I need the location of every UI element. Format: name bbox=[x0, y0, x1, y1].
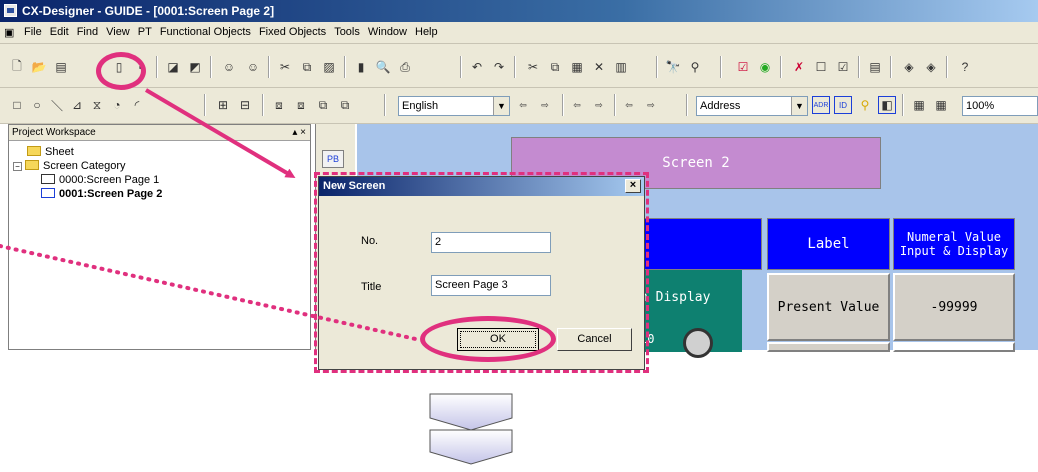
screenshot-stage: CX-Designer - GUIDE - [0001:Screen Page … bbox=[0, 0, 1038, 472]
dotted-pointer-line bbox=[0, 244, 422, 342]
annotation-overlay bbox=[0, 88, 422, 342]
pointer-arrow bbox=[144, 88, 296, 179]
down-chevron-icon bbox=[429, 393, 513, 465]
